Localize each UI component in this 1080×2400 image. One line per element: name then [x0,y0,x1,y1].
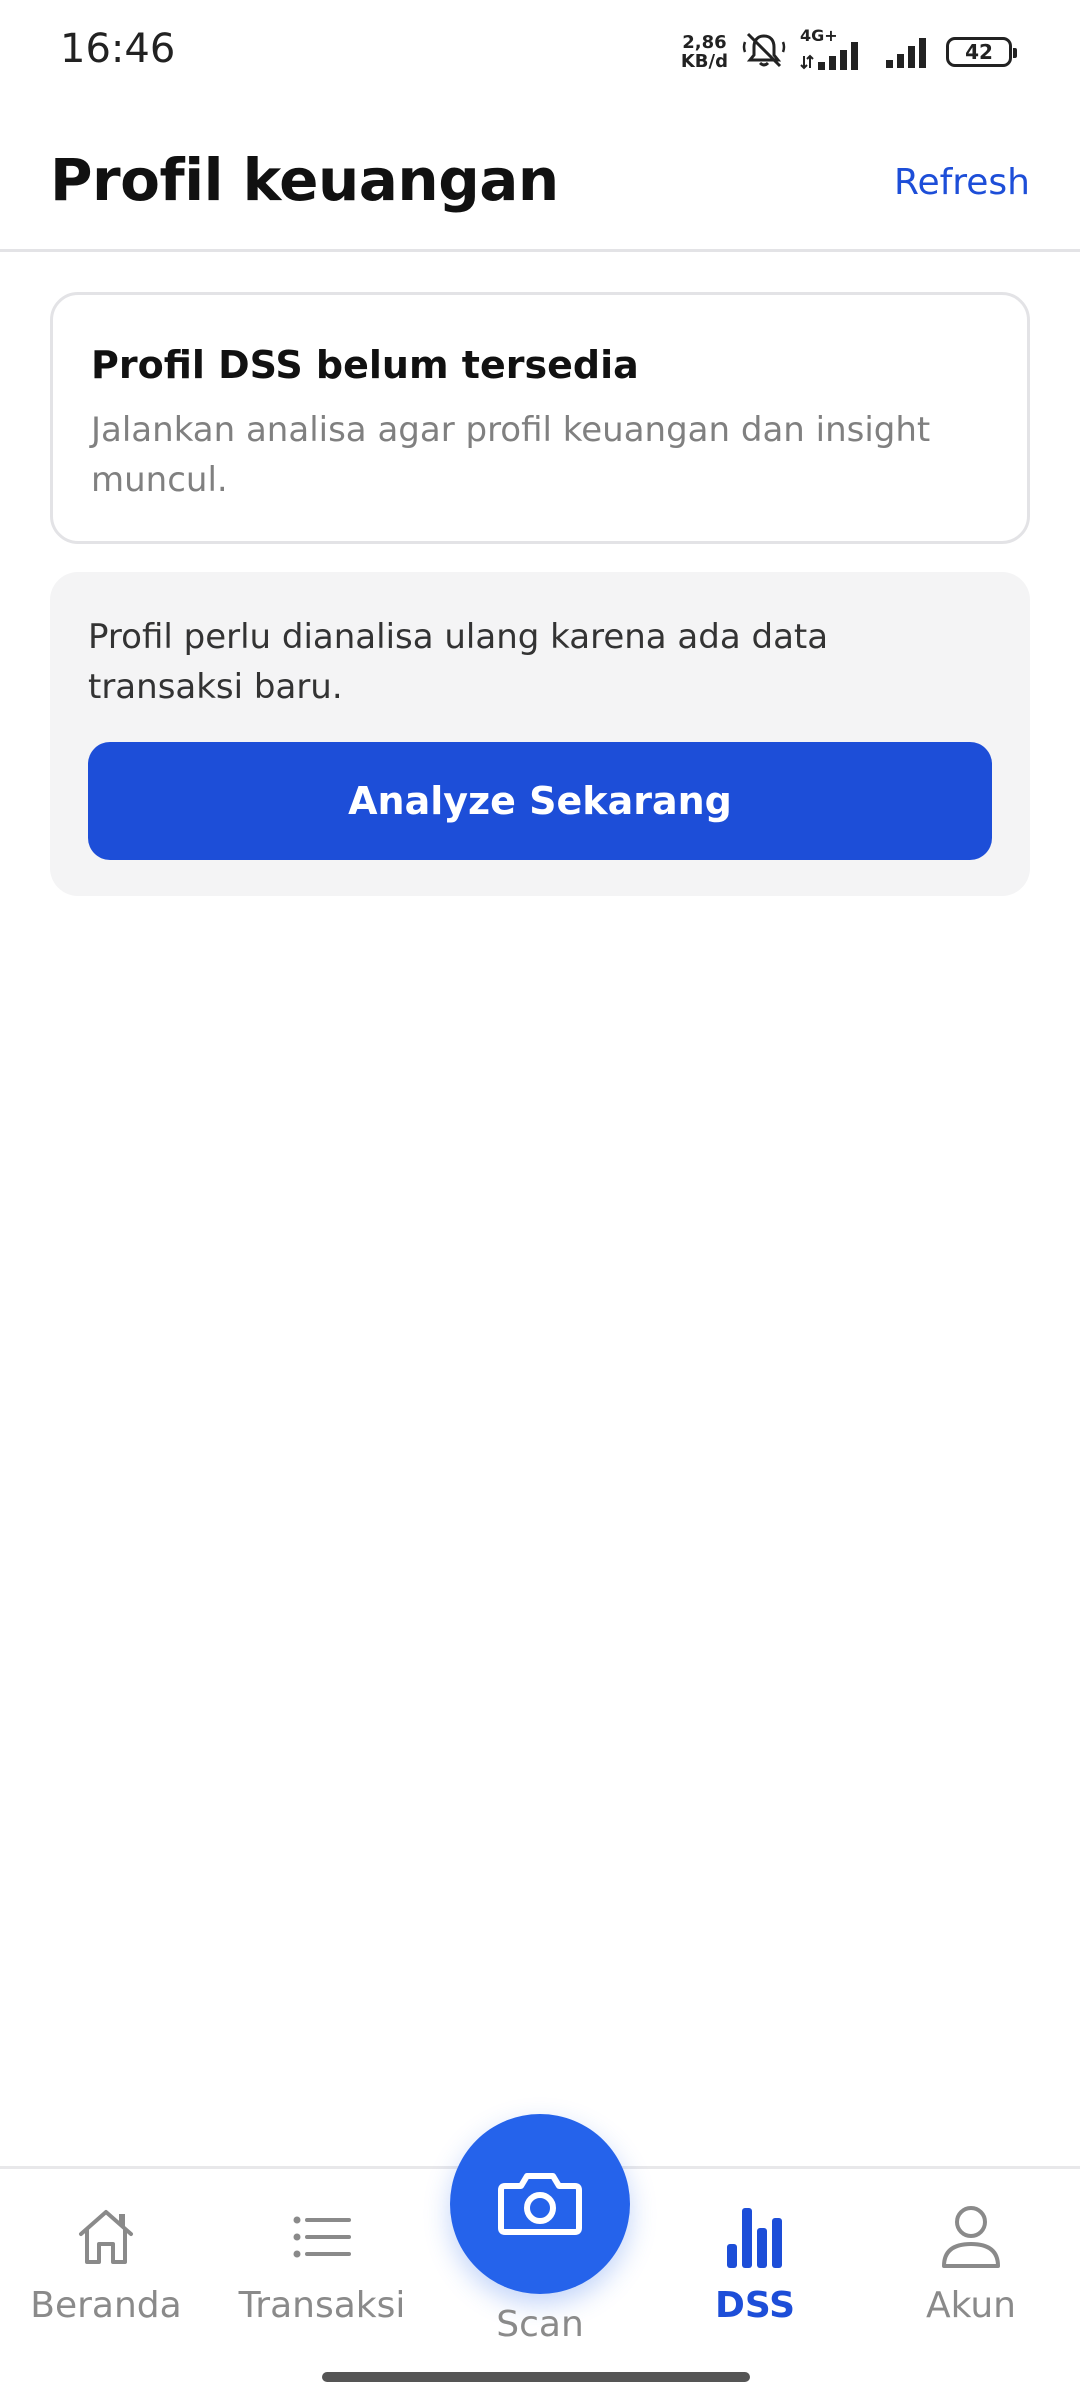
status-time: 16:46 [60,26,176,72]
empty-card-title: Profil DSS belum tersedia [91,343,639,387]
reanalyze-alert-card: Profil perlu dianalisa ulang karena ada … [50,572,1030,896]
bar-chart-icon [655,2199,855,2275]
mute-icon [742,30,786,74]
nav-item-transaksi[interactable]: Transaksi [222,2199,422,2349]
signal-icon-sim2 [884,30,932,74]
battery-icon: 42 [946,37,1017,67]
reanalyze-message: Profil perlu dianalisa ulang karena ada … [88,617,829,707]
nav-item-dss[interactable]: DSS [655,2199,855,2349]
signal-icon-sim1: 4G+ [800,26,870,74]
app-header: Profil keuangan Refresh [0,100,1080,252]
camera-icon [497,2168,583,2241]
scan-label: Scan [496,2304,584,2345]
status-bar: 16:46 2,86 KB/d 4G+ 42 [0,0,1080,100]
user-icon [871,2199,1071,2275]
refresh-button[interactable]: Refresh [894,162,1030,203]
dss-profile-empty-card: Profil DSS belum tersedia Jalankan anali… [50,292,1030,544]
nav-item-akun[interactable]: Akun [871,2199,1071,2349]
list-icon [222,2199,422,2275]
home-icon [6,2199,206,2275]
page-title: Profil keuangan [50,146,559,214]
nav-item-beranda[interactable]: Beranda [6,2199,206,2349]
analyze-now-button[interactable]: Analyze Sekarang [88,742,992,860]
scan-button[interactable] [450,2114,630,2294]
home-indicator[interactable] [322,2372,750,2382]
network-speed: 2,86 KB/d [680,32,728,72]
screen: 16:46 2,86 KB/d 4G+ 42 Profil keuangan R… [0,0,1080,2400]
status-icons: 2,86 KB/d 4G+ 42 [680,26,1017,76]
empty-card-description: Jalankan analisa agar profil keuangan da… [91,410,931,500]
